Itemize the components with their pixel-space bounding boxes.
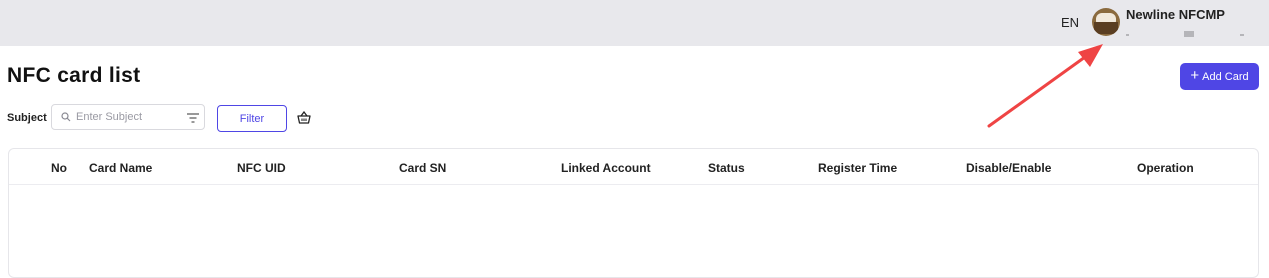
user-avatar-icon[interactable]: [1092, 8, 1120, 36]
column-header-linked-account: Linked Account: [561, 161, 651, 175]
filter-lines-icon[interactable]: [187, 113, 199, 123]
column-header-card-sn: Card SN: [399, 161, 447, 175]
column-header-nfc-uid: NFC UID: [237, 161, 286, 175]
plus-icon: +: [1190, 67, 1200, 84]
table-header: No Card Name NFC UID Card SN Linked Acco…: [9, 149, 1258, 185]
add-card-label: Add Card: [1202, 70, 1249, 83]
column-header-status: Status: [708, 161, 745, 175]
add-card-button[interactable]: + Add Card: [1180, 63, 1259, 90]
subject-label: Subject: [7, 112, 47, 124]
nfc-card-table: No Card Name NFC UID Card SN Linked Acco…: [8, 148, 1259, 278]
basket-icon[interactable]: [297, 111, 311, 124]
user-name[interactable]: Newline NFCMP: [1126, 7, 1225, 22]
subject-input[interactable]: [76, 109, 176, 125]
top-bar: EN Newline NFCMP: [0, 0, 1269, 46]
column-header-card-name: Card Name: [89, 161, 153, 175]
column-header-operation: Operation: [1137, 161, 1194, 175]
column-header-disable-enable: Disable/Enable: [966, 161, 1052, 175]
column-header-register-time: Register Time: [818, 161, 898, 175]
page-title: NFC card list: [7, 64, 141, 87]
column-header-no: No: [51, 161, 67, 175]
search-icon: [61, 112, 71, 122]
language-switcher[interactable]: EN: [1061, 15, 1079, 30]
filter-button[interactable]: Filter: [217, 105, 287, 132]
user-subtitle-redacted: [1126, 30, 1246, 37]
subject-search-field[interactable]: [51, 104, 205, 130]
